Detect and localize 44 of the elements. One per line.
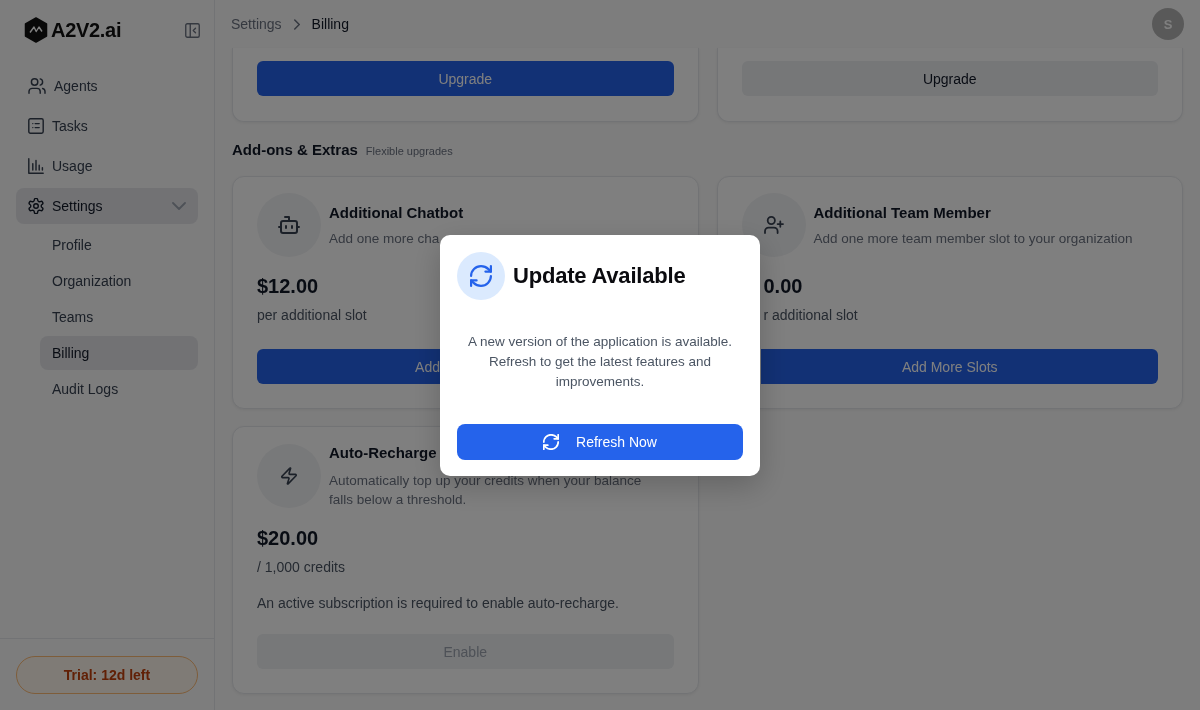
nav-item[interactable]: Settings bbox=[16, 188, 198, 224]
nav-subitem[interactable]: Teams bbox=[40, 300, 198, 334]
card-title: Additional Chatbot bbox=[329, 202, 464, 223]
section-subtitle: Flexible upgrades bbox=[365, 145, 453, 157]
users-icon bbox=[28, 78, 46, 94]
list-icon bbox=[28, 118, 44, 134]
logo-icon bbox=[24, 17, 48, 43]
nav-item[interactable]: Agents bbox=[16, 68, 198, 104]
price: 0.00 bbox=[763, 274, 803, 299]
price-unit: per additional slot bbox=[257, 306, 367, 325]
trial-badge[interactable]: Trial: 12d left bbox=[16, 656, 198, 694]
brand-name: A2V2.ai bbox=[51, 18, 122, 43]
bar-chart-icon bbox=[28, 158, 44, 174]
card-description: Automatically top up your credits when your balance falls below a threshold. bbox=[329, 472, 643, 509]
price: $20.00 bbox=[257, 526, 319, 551]
chevron-right-icon bbox=[293, 18, 300, 30]
add-slots-button[interactable]: Add More Slots bbox=[760, 349, 1158, 384]
nav-item[interactable]: Tasks bbox=[16, 108, 198, 144]
upgrade-button[interactable]: Upgrade bbox=[257, 61, 674, 96]
add-slots-button[interactable]: Add bbox=[257, 349, 441, 384]
card-description: Add one more cha bbox=[329, 229, 440, 248]
gear-icon bbox=[28, 198, 44, 214]
card-description: Add one more team member slot to your organization bbox=[813, 229, 1133, 248]
circular-arrows-icon bbox=[543, 433, 560, 450]
breadcrumb-link[interactable]: Settings bbox=[231, 16, 282, 32]
circular-arrows-icon bbox=[457, 251, 505, 300]
sidebar-toggle-icon[interactable] bbox=[185, 22, 200, 38]
card-title: Auto-Recharge bbox=[329, 443, 437, 463]
nav-subitem[interactable]: Profile bbox=[40, 228, 198, 262]
price-unit: / 1,000 credits bbox=[257, 558, 345, 577]
nav-subitem[interactable]: Audit Logs bbox=[40, 372, 198, 406]
note-text: An active subscription is required to enable auto-recharge. bbox=[257, 594, 619, 613]
refresh-now-button[interactable]: Refresh Now bbox=[457, 423, 743, 460]
breadcrumb-current: Billing bbox=[311, 16, 349, 32]
price-unit: r additional slot bbox=[763, 306, 858, 325]
dialog-title: Update Available bbox=[513, 262, 686, 289]
section-title: Add-ons & Extras bbox=[232, 140, 358, 160]
card-title: Additional Team Member bbox=[813, 202, 991, 223]
nav-item[interactable]: Usage bbox=[16, 148, 198, 184]
nav-subitem[interactable]: Organization bbox=[40, 264, 198, 298]
price: $12.00 bbox=[257, 274, 319, 299]
upgrade-button[interactable]: Upgrade bbox=[741, 61, 1158, 96]
dialog-message: A new version of the application is available. Refresh to get the latest features and improvements. bbox=[466, 332, 734, 391]
nav-subitem[interactable]: Billing bbox=[40, 336, 198, 370]
